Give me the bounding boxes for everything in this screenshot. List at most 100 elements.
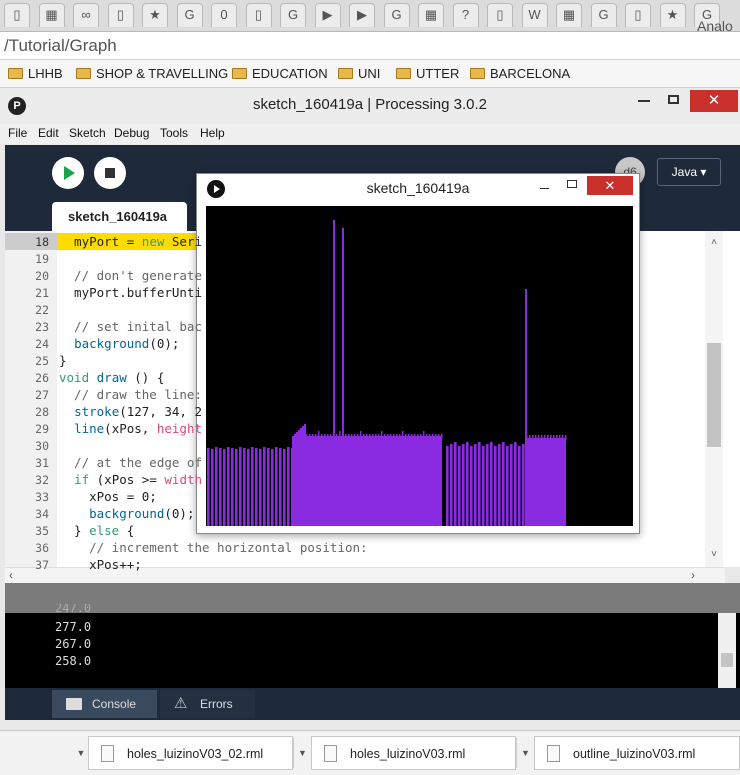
signal-edge (378, 434, 380, 439)
bookmark-label: UTTER (416, 66, 460, 81)
download-menu-arrow[interactable]: ▼ (293, 738, 311, 768)
line-number: 35 (35, 524, 49, 538)
signal-spike (514, 442, 517, 526)
menu-sketch[interactable]: Sketch (69, 126, 106, 140)
mode-selector[interactable]: Java ▾ (657, 158, 721, 186)
scroll-right-icon[interactable]: › (691, 568, 695, 582)
menu-file[interactable]: File (8, 126, 27, 140)
browser-tab[interactable]: 0 (211, 3, 237, 27)
menu-debug[interactable]: Debug (114, 126, 149, 140)
download-item[interactable]: outline_luizinoV03.rml (534, 736, 740, 770)
signal-spike (300, 428, 302, 526)
sketch-minimize-icon[interactable] (540, 188, 549, 189)
bookmark-folder[interactable]: BARCELONA (470, 66, 570, 81)
browser-tab[interactable]: ▯ (625, 3, 651, 27)
code-line: void draw () { (59, 370, 165, 385)
bookmark-folder[interactable]: UTTER (396, 66, 459, 81)
signal-block (526, 438, 566, 526)
code-line: myPort.bufferUnti (59, 285, 202, 300)
sketch-close-button[interactable]: ✕ (587, 176, 633, 195)
scrollbar-thumb[interactable] (707, 343, 721, 447)
play-icon (64, 166, 75, 180)
sketch-tab[interactable]: sketch_160419a (52, 202, 187, 231)
bookmark-folder[interactable]: SHOP & TRAVELLING (76, 66, 228, 81)
browser-tab[interactable]: ▦ (38, 3, 65, 27)
browser-tab-strip: ▯ ▦ ∞ ▯ ★ G 0 ▯ G ▶ ▶ G ▦? ▯ W ▦ G ▯ ★ G (0, 0, 740, 32)
signal-spike (446, 446, 449, 526)
browser-tab[interactable]: ▦ (418, 3, 444, 27)
browser-tab[interactable]: W (521, 3, 548, 27)
warning-icon: ⚠ (174, 695, 188, 712)
line-number: 33 (35, 490, 49, 504)
download-item[interactable]: holes_luizinoV03_02.rml (88, 736, 293, 770)
browser-tab[interactable]: G (176, 3, 203, 27)
stop-button[interactable] (94, 157, 126, 189)
browser-tab[interactable]: ▶ (314, 3, 341, 27)
bookmark-folder[interactable]: LHHB (8, 66, 63, 81)
menu-edit[interactable]: Edit (38, 126, 59, 140)
scroll-up-icon[interactable]: ˄ (705, 237, 723, 248)
browser-tab[interactable]: ▯ (245, 3, 272, 27)
signal-spike (502, 442, 505, 526)
bookmark-folder[interactable]: UNI (338, 66, 380, 81)
signal-spike (279, 448, 282, 526)
browser-tab[interactable]: ▯ (107, 3, 134, 27)
browser-tab[interactable]: ▯ (4, 3, 30, 27)
maximize-icon[interactable] (668, 95, 679, 104)
signal-edge (423, 431, 425, 436)
signal-spike (518, 446, 521, 526)
console-scrollbar-thumb[interactable] (721, 653, 733, 667)
line-number: 34 (35, 507, 49, 521)
errors-tab[interactable]: ⚠ Errors (160, 690, 255, 718)
minimize-icon[interactable] (638, 100, 650, 102)
browser-tab[interactable]: ∞ (73, 3, 99, 27)
bookmark-folder[interactable]: EDUCATION (232, 66, 328, 81)
file-icon (101, 745, 114, 762)
bookmark-label: UNI (358, 66, 381, 81)
code-line: myPort = new Seri (59, 234, 203, 249)
folder-icon (338, 68, 353, 79)
download-menu-arrow[interactable]: ▼ (72, 738, 90, 768)
console-divider[interactable] (5, 583, 740, 613)
address-bar[interactable]: /Tutorial/Graph (0, 32, 740, 60)
download-menu-arrow[interactable]: ▼ (516, 738, 534, 768)
sketch-maximize-icon[interactable] (567, 180, 577, 188)
browser-tab[interactable]: G (590, 3, 617, 27)
signal-spike (302, 426, 304, 526)
browser-tab[interactable]: G (280, 3, 306, 27)
menu-help[interactable]: Help (200, 126, 225, 140)
browser-tab[interactable]: ★ (659, 3, 686, 27)
signal-spike (292, 436, 294, 526)
signal-edge (366, 434, 368, 439)
console-tab[interactable]: Console (52, 690, 157, 718)
signal-edge (550, 435, 552, 440)
browser-tab[interactable]: ★ (142, 3, 168, 27)
download-item[interactable]: holes_luizinoV03.rml (311, 736, 516, 770)
browser-tab[interactable]: ▦ (556, 3, 582, 27)
signal-edge (532, 435, 534, 440)
browser-tab[interactable]: G (383, 3, 410, 27)
scroll-down-icon[interactable]: ˅ (705, 549, 723, 560)
close-window-button[interactable]: ✕ (690, 90, 738, 112)
url-text[interactable]: /Tutorial/Graph (4, 36, 117, 56)
signal-edge (375, 434, 377, 439)
signal-edge (405, 434, 407, 439)
signal-spike (235, 449, 238, 526)
signal-spike (239, 447, 242, 526)
signal-spike (227, 447, 230, 526)
signal-edge (544, 435, 546, 440)
signal-edge (429, 434, 431, 439)
signal-spike (283, 449, 286, 526)
menu-tools[interactable]: Tools (160, 126, 188, 140)
signal-edge (327, 434, 329, 439)
line-number: 32 (35, 473, 49, 487)
browser-tab[interactable]: ▯ (487, 3, 513, 27)
line-number: 30 (35, 439, 49, 453)
signal-spike (243, 448, 246, 526)
code-line: background(0); (89, 506, 195, 521)
run-button[interactable] (52, 157, 84, 189)
browser-tab[interactable]: ? (452, 3, 479, 27)
console-scrollbar[interactable] (718, 613, 736, 688)
browser-tab[interactable]: ▶ (349, 3, 375, 27)
editor-vertical-scrollbar[interactable]: ˄ ˅ (705, 231, 723, 567)
